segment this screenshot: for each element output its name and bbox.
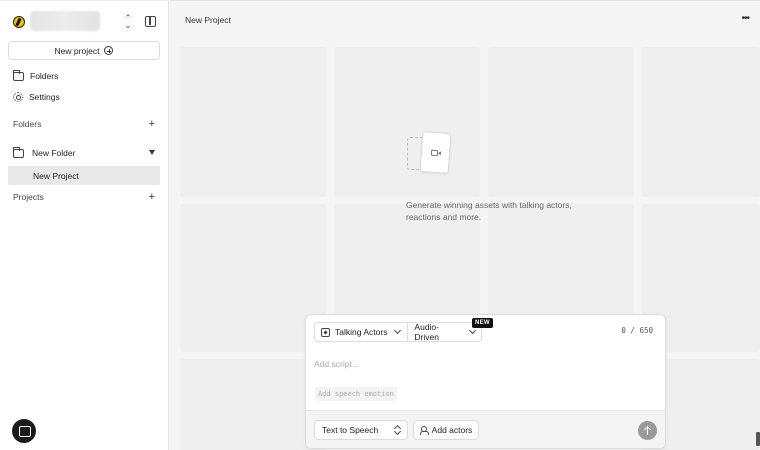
more-options-icon[interactable]: ••• — [741, 13, 749, 24]
folders-heading: Folders — [13, 119, 42, 129]
plus-circle-icon — [104, 46, 114, 55]
sidebar: ⌃ ⌄ New project Folders Settings Folders … — [0, 0, 169, 450]
folder-icon — [13, 146, 24, 158]
chevron-up-down-icon[interactable]: ⌃ ⌄ — [122, 14, 134, 30]
sidebar-toggle-icon[interactable] — [145, 16, 156, 27]
voice-source-value: Text to Speech — [322, 425, 379, 435]
chevron-up-down-icon — [395, 425, 401, 435]
chevron-down-icon — [469, 327, 477, 334]
script-composer: Talking Actors Audio-Driven NEW 0 / 650 … — [305, 314, 666, 449]
folder-icon — [13, 69, 24, 81]
mode-audio-driven-label: Audio-Driven — [414, 322, 439, 342]
empty-state-message: Generate winning assets with talking act… — [406, 199, 606, 223]
composer-footer: Text to Speech Add actors — [306, 410, 665, 448]
add-actors-label: Add actors — [431, 425, 473, 435]
folder-item-label: New Folder — [32, 148, 76, 158]
mode-selector: Talking Actors Audio-Driven — [314, 322, 482, 342]
character-counter: 0 / 650 — [621, 326, 653, 335]
new-project-label: New project — [54, 45, 100, 56]
brand-logo-icon — [13, 16, 25, 28]
add-folder-plus-icon[interactable]: + — [149, 119, 155, 130]
placeholder-tile — [488, 47, 634, 197]
support-chat-button[interactable] — [12, 419, 36, 443]
script-input[interactable] — [314, 357, 654, 371]
sparkle-icon — [321, 327, 330, 337]
chevron-down-icon — [394, 326, 402, 335]
projects-heading: Projects — [13, 192, 44, 202]
caret-down-icon[interactable] — [149, 150, 155, 155]
new-badge: NEW — [472, 318, 493, 328]
placeholder-tile — [642, 47, 760, 197]
projects-section-header: Projects + — [13, 191, 155, 203]
gear-icon — [13, 92, 23, 102]
mode-talking-actors-label: Talking Actors — [335, 327, 388, 337]
folder-item[interactable]: New Folder — [13, 146, 155, 160]
empty-state-illustration — [406, 130, 456, 180]
placeholder-tile — [180, 47, 326, 197]
video-card — [419, 131, 452, 174]
folders-section-header: Folders + — [13, 118, 155, 130]
workspace-name-redacted — [30, 11, 100, 31]
submit-arrow-up-button[interactable] — [638, 421, 657, 440]
top-bar: New Project ••• — [170, 1, 760, 39]
resize-handle[interactable] — [756, 432, 760, 446]
empty-state-line-1: Generate winning assets with talking act… — [406, 200, 572, 210]
voice-source-select[interactable]: Text to Speech — [314, 420, 408, 440]
project-item-selected[interactable]: New Project — [8, 166, 160, 185]
main-area: New Project ••• Generate winning assets … — [170, 0, 760, 450]
nav-folders-label: Folders — [30, 71, 59, 81]
workspace-switcher[interactable]: ⌃ ⌄ — [0, 1, 169, 41]
project-item-label: New Project — [33, 170, 79, 181]
nav-settings-label: Settings — [29, 92, 60, 102]
page-title: New Project — [185, 15, 231, 25]
user-plus-icon — [419, 425, 429, 435]
nav-folders[interactable]: Folders — [13, 69, 58, 83]
new-project-button[interactable]: New project — [8, 41, 160, 60]
video-camera-icon — [430, 149, 439, 157]
add-project-plus-icon[interactable]: + — [149, 192, 155, 203]
mode-audio-driven[interactable]: Audio-Driven — [407, 322, 481, 342]
nav-settings[interactable]: Settings — [13, 90, 60, 104]
add-actors-button[interactable]: Add actors — [413, 420, 479, 440]
speech-emotion-chip[interactable]: Add speech emotion — [315, 387, 397, 401]
empty-state-line-2: reactions and more. — [406, 212, 482, 222]
mode-talking-actors[interactable]: Talking Actors — [315, 323, 407, 341]
